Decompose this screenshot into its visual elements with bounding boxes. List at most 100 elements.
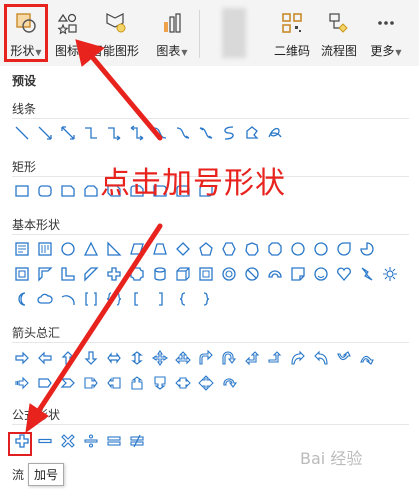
minus-shape[interactable] <box>33 430 56 452</box>
oval-shape[interactable] <box>56 238 79 260</box>
double-brace-shape[interactable] <box>102 288 125 310</box>
curved-left-arrow-shape[interactable] <box>309 347 332 369</box>
left-right-up-arrow-shape[interactable] <box>171 347 194 369</box>
heptagon-shape[interactable] <box>240 238 263 260</box>
pentagon-shape[interactable] <box>194 238 217 260</box>
right-triangle-shape[interactable] <box>102 238 125 260</box>
dodecagon-shape[interactable] <box>309 238 332 260</box>
toolbar-separator <box>199 10 200 58</box>
block-arc-shape[interactable] <box>263 263 286 285</box>
down-arrow-shape[interactable] <box>79 347 102 369</box>
moon-shape[interactable] <box>10 288 33 310</box>
up-down-arrow-shape[interactable] <box>125 347 148 369</box>
cloud-shape[interactable] <box>33 288 56 310</box>
snip-corner-rectangle-shape[interactable] <box>56 180 79 202</box>
chevron-shape[interactable] <box>56 372 79 394</box>
cross-shape[interactable] <box>102 263 125 285</box>
qr-code-button[interactable]: 二维码 <box>272 6 312 62</box>
left-arrow-shape[interactable] <box>33 347 56 369</box>
curved-double-arrow-connector-shape[interactable] <box>194 122 217 144</box>
no-symbol-shape[interactable] <box>240 263 263 285</box>
equal-shape[interactable] <box>102 430 125 452</box>
left-bracket-shape[interactable] <box>125 288 148 310</box>
lightning-bolt-shape[interactable] <box>355 263 378 285</box>
icon-button[interactable]: 图标 <box>52 6 82 62</box>
diamond-shape[interactable] <box>171 238 194 260</box>
plaque-shape[interactable] <box>125 263 148 285</box>
striped-right-arrow-shape[interactable] <box>10 372 33 394</box>
frame-shape[interactable] <box>10 263 33 285</box>
donut-shape[interactable] <box>217 263 240 285</box>
pentagon-arrow-shape[interactable] <box>33 372 56 394</box>
down-arrow-callout-shape[interactable] <box>148 372 171 394</box>
scribble-shape[interactable] <box>263 122 286 144</box>
right-arrow-shape[interactable] <box>10 347 33 369</box>
hexagon-shape[interactable] <box>217 238 240 260</box>
right-bracket-shape[interactable] <box>148 288 171 310</box>
can-shape[interactable] <box>148 263 171 285</box>
left-right-arrow-callout-shape[interactable] <box>171 372 194 394</box>
double-bracket-shape[interactable] <box>79 288 102 310</box>
l-shape[interactable] <box>56 263 79 285</box>
double-arrow-line-shape[interactable] <box>56 122 79 144</box>
teardrop-shape[interactable] <box>332 238 355 260</box>
pie-shape[interactable] <box>355 238 378 260</box>
decagon-shape[interactable] <box>286 238 309 260</box>
up-arrow-callout-shape[interactable] <box>125 372 148 394</box>
sun-shape[interactable] <box>378 263 401 285</box>
flowchart-button[interactable]: 流程图 <box>318 6 360 62</box>
smart-art-button[interactable]: 智能图形 <box>86 6 144 62</box>
arc-shape[interactable] <box>56 288 79 310</box>
curved-arrow-connector-shape[interactable] <box>171 122 194 144</box>
right-arrow-callout-shape[interactable] <box>79 372 102 394</box>
line-shape[interactable] <box>10 122 33 144</box>
bent-arrow-shape[interactable] <box>194 347 217 369</box>
up-arrow-shape[interactable] <box>56 347 79 369</box>
snip-two-corners-rectangle-shape[interactable] <box>79 180 102 202</box>
freeform-shape[interactable] <box>240 122 263 144</box>
cube-shape[interactable] <box>171 263 194 285</box>
bent-up-arrow-shape[interactable] <box>263 347 286 369</box>
left-arrow-callout-shape[interactable] <box>102 372 125 394</box>
more-button[interactable]: 更多▼ <box>366 6 406 62</box>
text-box-shape[interactable] <box>10 238 33 260</box>
not-equal-shape[interactable] <box>125 430 148 452</box>
trapezoid-shape[interactable] <box>148 238 171 260</box>
left-up-arrow-shape[interactable] <box>240 347 263 369</box>
elbow-double-arrow-connector-shape[interactable] <box>125 122 148 144</box>
heart-shape[interactable] <box>332 263 355 285</box>
flowchart-icon <box>326 10 352 36</box>
division-shape[interactable] <box>79 430 102 452</box>
half-frame-shape[interactable] <box>33 263 56 285</box>
u-turn-arrow-shape[interactable] <box>217 347 240 369</box>
rounded-rectangle-shape[interactable] <box>33 180 56 202</box>
curved-down-arrow-shape[interactable] <box>355 347 378 369</box>
curved-right-arrow-shape[interactable] <box>286 347 309 369</box>
circular-arrow-shape[interactable] <box>217 372 240 394</box>
curved-up-arrow-shape[interactable] <box>332 347 355 369</box>
more-label: 更多 <box>370 44 395 58</box>
octagon-shape[interactable] <box>263 238 286 260</box>
folded-corner-shape[interactable] <box>286 263 309 285</box>
section-divider <box>12 342 409 343</box>
parallelogram-shape[interactable] <box>125 238 148 260</box>
multiply-shape[interactable] <box>56 430 79 452</box>
curved-connector-shape[interactable] <box>148 122 171 144</box>
chart-button[interactable]: 图表▼ <box>152 6 192 62</box>
quad-arrow-callout-shape[interactable] <box>194 372 217 394</box>
curve-shape[interactable] <box>217 122 240 144</box>
left-right-arrow-shape[interactable] <box>102 347 125 369</box>
triangle-shape[interactable] <box>79 238 102 260</box>
vertical-text-box-shape[interactable] <box>33 238 56 260</box>
arrow-line-shape[interactable] <box>33 122 56 144</box>
right-brace-shape[interactable] <box>194 288 217 310</box>
quad-arrow-shape[interactable] <box>148 347 171 369</box>
bevel-shape[interactable] <box>194 263 217 285</box>
left-brace-shape[interactable] <box>171 288 194 310</box>
diagonal-stripe-shape[interactable] <box>79 263 102 285</box>
smart-art-label: 智能图形 <box>90 44 139 58</box>
rectangle-shape[interactable] <box>10 180 33 202</box>
elbow-arrow-connector-shape[interactable] <box>102 122 125 144</box>
smiley-face-shape[interactable] <box>309 263 332 285</box>
elbow-connector-shape[interactable] <box>79 122 102 144</box>
